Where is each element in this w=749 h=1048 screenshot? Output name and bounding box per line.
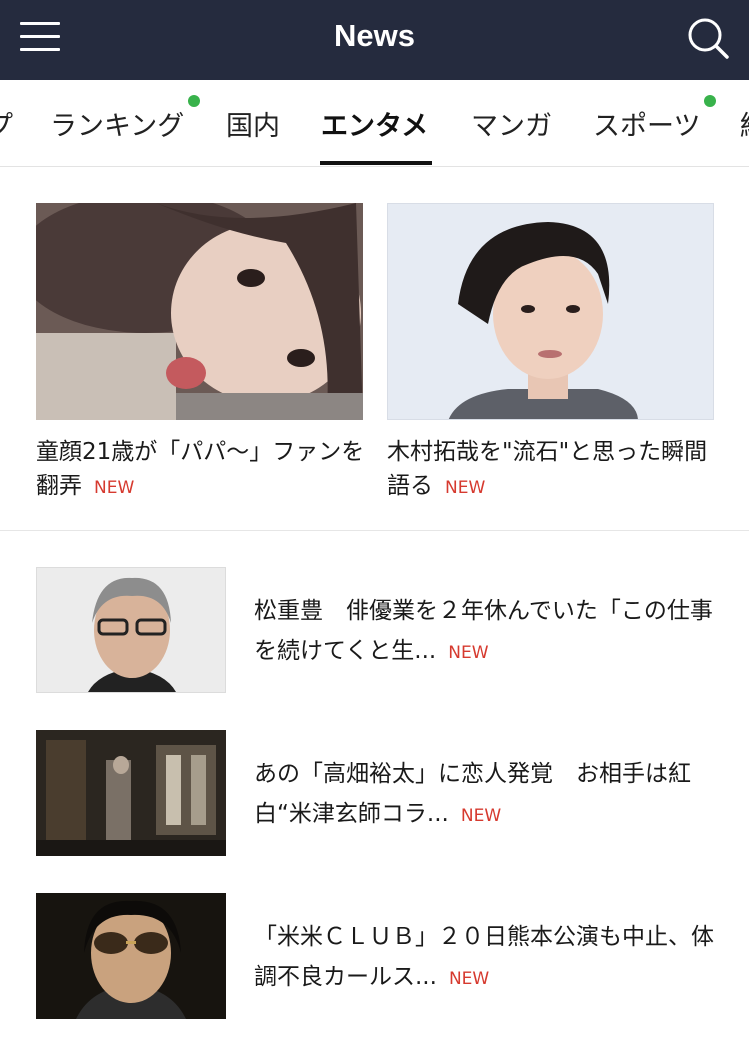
article-thumbnail [36,730,226,856]
article-thumbnail [36,567,226,693]
tab-partial-right[interactable]: 経 [740,104,749,143]
list-item[interactable]: 松重豊 俳優業を２年休んでいた「この仕事を続けてくと生... NEW [36,567,726,693]
article-title: 松重豊 俳優業を２年休んでいた「この仕事を続けてくと生... NEW [254,598,713,664]
featured-article[interactable]: 木村拓哉を"流石"と思った瞬間語る NEW [387,203,717,513]
new-badge: NEW [460,806,502,826]
article-title: 木村拓哉を"流石"と思った瞬間語る NEW [387,439,708,499]
list-item[interactable]: 「米米ＣＬＵＢ」２０日熊本公演も中止、体調不良カールス... NEW [36,893,726,1019]
article-thumbnail [36,893,226,1019]
article-thumbnail [36,203,363,420]
article-title: 「米米ＣＬＵＢ」２０日熊本公演も中止、体調不良カールス... NEW [254,924,714,990]
new-content-dot [704,95,716,107]
article-title: あの「高畑裕太」に恋人発覚 お相手は紅白“米津玄師コラ... NEW [254,761,691,827]
section-divider [0,530,749,531]
featured-article[interactable]: 童顔21歳が「パパ〜」ファンを翻弄 NEW [36,203,366,513]
new-badge: NEW [94,478,135,498]
new-badge: NEW [448,643,489,663]
tab-sports[interactable]: スポーツ [593,104,700,143]
new-badge: NEW [448,969,490,989]
category-tabs: プ ランキング 国内 エンタメ マンガ スポーツ 経 [0,80,749,167]
page-title: News [334,18,415,53]
article-title: 童顔21歳が「パパ〜」ファンを翻弄 NEW [36,439,365,499]
tab-manga[interactable]: マンガ [471,104,552,143]
tab-partial-left[interactable]: プ [0,104,13,143]
new-content-dot [188,95,200,107]
tab-entertainment[interactable]: エンタメ [321,104,428,143]
app-header: News [0,0,749,80]
article-thumbnail [387,203,714,420]
tab-ranking[interactable]: ランキング [50,104,184,143]
list-item[interactable]: あの「高畑裕太」に恋人発覚 お相手は紅白“米津玄師コラ... NEW [36,730,726,856]
tab-domestic[interactable]: 国内 [226,104,280,143]
active-tab-indicator [320,161,432,165]
search-icon[interactable] [686,16,730,60]
new-badge: NEW [445,478,486,498]
